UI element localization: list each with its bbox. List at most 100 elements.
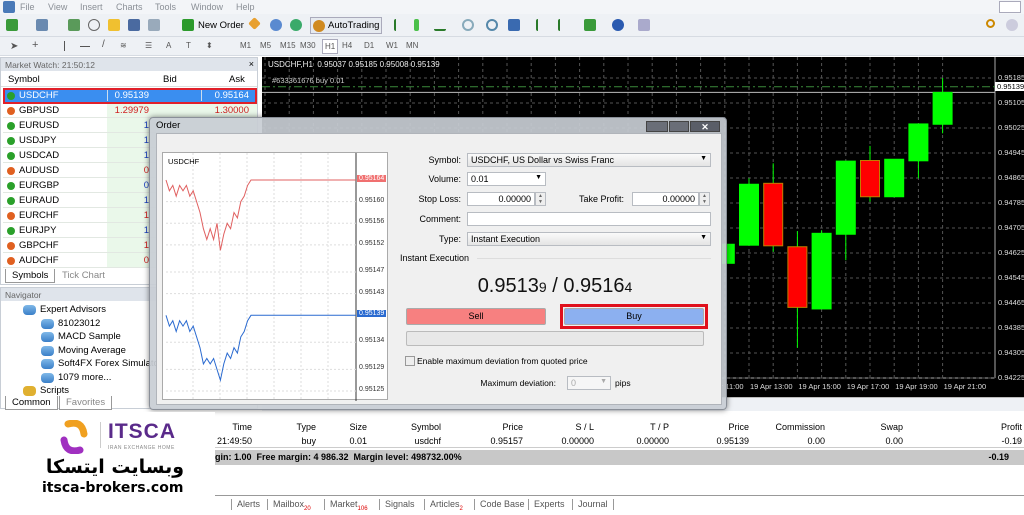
pips-label: pips [615, 378, 631, 388]
community-icon[interactable] [270, 19, 282, 31]
market-watch-row[interactable]: USDCHF 0.95139 0.95164 [3, 88, 257, 103]
terminal-tab-market[interactable]: Market106 [330, 499, 368, 512]
column-header[interactable]: Type [296, 422, 316, 432]
navigator-icon[interactable] [108, 19, 120, 31]
channel-icon[interactable]: ≋ [120, 41, 127, 50]
crosshair-icon[interactable]: + [32, 39, 38, 51]
arrows-icon[interactable]: ⬍ [206, 41, 213, 50]
tab-symbols[interactable]: Symbols [5, 269, 56, 283]
volume-label: Volume: [428, 174, 461, 184]
minimize-button[interactable] [646, 121, 668, 132]
menu-file[interactable]: File [20, 2, 35, 12]
zoom-out-icon[interactable] [486, 19, 498, 31]
max-deviation-checkbox[interactable] [405, 356, 415, 366]
column-header[interactable]: Symbol [411, 422, 441, 432]
column-header[interactable]: T / P [650, 422, 669, 432]
timeframe-w1[interactable]: W1 [386, 41, 398, 50]
market-watch-row[interactable]: GBPUSD 1.29979 1.30000 [3, 103, 257, 118]
volume-select[interactable]: 0.01 ▼ [467, 172, 546, 186]
column-header[interactable]: Price [728, 422, 749, 432]
take-profit-spinner[interactable]: ▲ ▼ [699, 192, 710, 206]
terminal-tab-signals[interactable]: Signals [385, 499, 415, 509]
column-header[interactable]: S / L [575, 422, 594, 432]
column-header[interactable]: Size [349, 422, 367, 432]
tab-tick-chart[interactable]: Tick Chart [56, 269, 111, 282]
text-icon[interactable]: A [166, 41, 171, 50]
text-label-icon[interactable]: T [186, 41, 191, 50]
signals-icon[interactable] [290, 19, 302, 31]
auto-scroll-icon[interactable] [536, 19, 548, 31]
cursor-icon[interactable]: ➤ [10, 41, 18, 52]
templates-icon[interactable] [638, 19, 650, 31]
timeframe-m5[interactable]: M5 [260, 41, 271, 50]
new-order-button[interactable]: New Order [182, 18, 244, 33]
table-row[interactable]: 21:49:50 buy 0.01 usdchf 0.95157 0.00000 0.000… [215, 433, 1024, 448]
max-deviation-checkbox-label[interactable]: Enable maximum deviation from quoted pri… [417, 356, 588, 366]
tab-common[interactable]: Common [5, 396, 58, 410]
timeframe-mn[interactable]: MN [406, 41, 418, 50]
new-chart-icon[interactable] [6, 19, 18, 31]
menu-help[interactable]: Help [236, 2, 255, 12]
timeframe-m1[interactable]: M1 [240, 41, 251, 50]
fibonacci-icon[interactable]: ☰ [145, 41, 152, 50]
column-header[interactable]: Price [502, 422, 523, 432]
sell-button[interactable]: Sell [406, 308, 546, 325]
menu-insert[interactable]: Insert [80, 2, 103, 12]
tab-favorites[interactable]: Favorites [59, 396, 113, 410]
timeframe-m15[interactable]: M15 [280, 41, 296, 50]
profiles-icon[interactable] [36, 19, 48, 31]
market-watch-icon[interactable] [68, 19, 80, 31]
horizontal-line-icon[interactable] [80, 46, 90, 47]
vertical-line-icon[interactable] [64, 41, 65, 51]
column-header[interactable]: Profit [1001, 422, 1022, 432]
terminal-tab-experts[interactable]: Experts [534, 499, 565, 509]
symbol-select[interactable]: USDCHF, US Dollar vs Swiss Franc ▼ [467, 153, 711, 167]
indicators-icon[interactable] [584, 19, 596, 31]
close-position-icon[interactable]: × [1015, 436, 1020, 446]
menu-window[interactable]: Window [191, 2, 223, 12]
menu-charts[interactable]: Charts [116, 2, 143, 12]
maximize-button[interactable] [669, 121, 689, 132]
column-symbol[interactable]: Symbol [8, 74, 40, 85]
trendline-icon[interactable]: / [102, 39, 105, 50]
line-chart-icon[interactable] [434, 19, 446, 31]
take-profit-input[interactable]: 0.00000 [632, 192, 699, 206]
timeframe-m30[interactable]: M30 [300, 41, 316, 50]
tile-windows-icon[interactable] [508, 19, 520, 31]
close-button[interactable]: ✕ [690, 121, 720, 132]
timeframe-h4[interactable]: H4 [342, 41, 352, 50]
close-icon[interactable]: × [249, 59, 254, 69]
zoom-in-icon[interactable] [462, 19, 474, 31]
search-icon[interactable] [986, 19, 995, 28]
periods-icon[interactable] [612, 19, 624, 31]
column-header[interactable]: Time [232, 422, 252, 432]
type-select[interactable]: Instant Execution ▼ [467, 232, 711, 246]
candlestick-icon[interactable] [414, 19, 419, 31]
buy-button[interactable]: Buy [564, 308, 704, 325]
stop-loss-spinner[interactable]: ▲ ▼ [535, 192, 546, 206]
comment-input[interactable] [467, 212, 711, 226]
chat-icon[interactable] [1006, 19, 1018, 31]
terminal-tab-articles[interactable]: Articles2 [430, 499, 463, 512]
column-ask[interactable]: Ask [229, 74, 245, 85]
strategy-tester-icon[interactable] [148, 19, 160, 31]
column-header[interactable]: Commission [775, 422, 825, 432]
menu-view[interactable]: View [48, 2, 67, 12]
terminal-icon[interactable] [128, 19, 140, 31]
column-header[interactable]: Swap [880, 422, 903, 432]
column-bid[interactable]: Bid [163, 74, 177, 85]
terminal-tab-alerts[interactable]: Alerts [237, 499, 260, 509]
metaeditor-icon[interactable] [248, 17, 261, 30]
timeframe-d1[interactable]: D1 [364, 41, 374, 50]
chart-shift-icon[interactable] [558, 19, 570, 31]
auto-trading-button[interactable]: AutoTrading [310, 17, 382, 34]
terminal-tab-journal[interactable]: Journal [578, 499, 608, 509]
timeframe-h1[interactable]: H1 [322, 39, 339, 54]
terminal-tab-mailbox[interactable]: Mailbox20 [273, 499, 311, 512]
data-window-icon[interactable] [88, 19, 100, 31]
terminal-tab-code-base[interactable]: Code Base [480, 499, 525, 509]
stop-loss-input[interactable]: 0.00000 [467, 192, 535, 206]
bar-chart-icon[interactable] [394, 19, 406, 31]
window-controls[interactable] [999, 1, 1021, 13]
menu-tools[interactable]: Tools [155, 2, 176, 12]
